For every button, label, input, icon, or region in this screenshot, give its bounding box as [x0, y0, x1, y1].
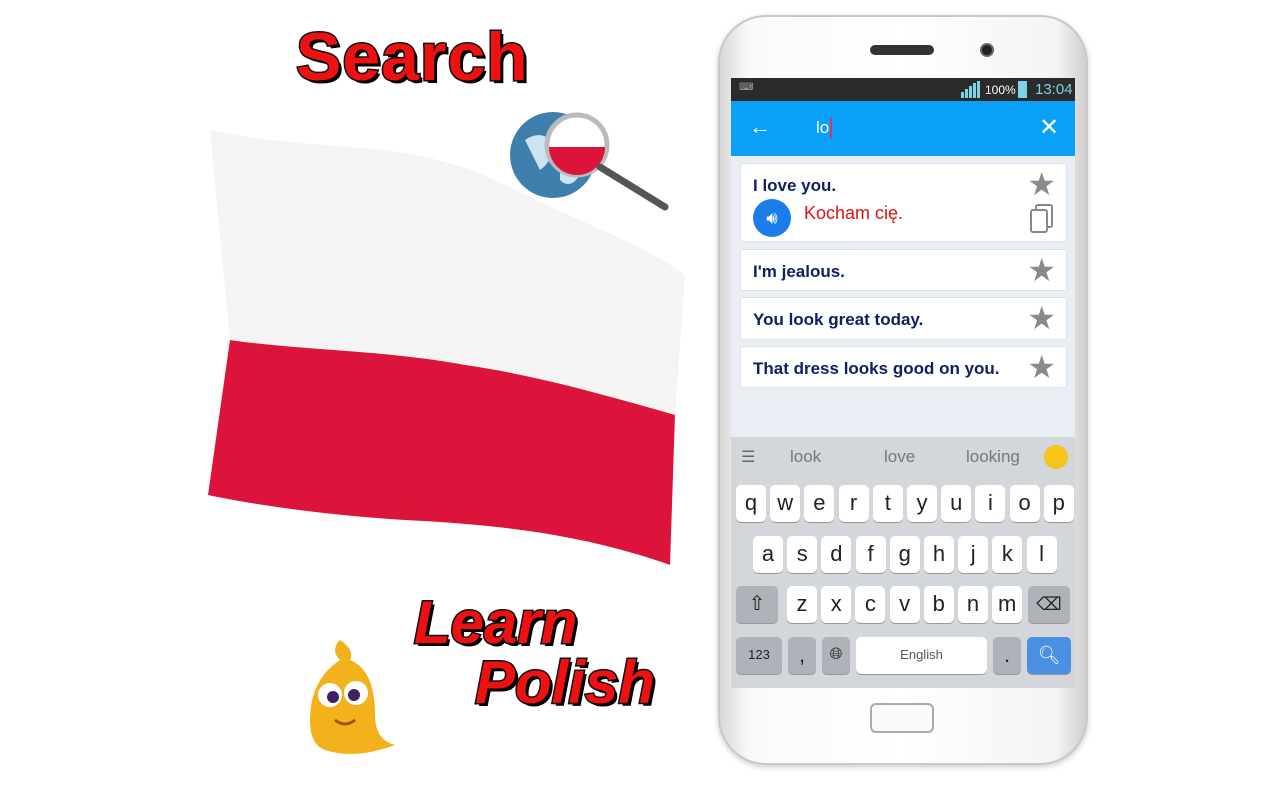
mascot-image	[310, 640, 395, 754]
english-phrase: I love you.	[753, 176, 837, 195]
key-a[interactable]: a	[753, 536, 783, 573]
phone-speaker	[870, 45, 934, 55]
polish-flag-image	[208, 130, 685, 565]
suggestion[interactable]: love	[884, 447, 915, 467]
comma-key[interactable]: ,	[788, 637, 816, 674]
arrow-left-icon[interactable]: ←	[749, 114, 771, 140]
space-key[interactable]: English	[856, 637, 987, 674]
key-u[interactable]: u	[941, 485, 972, 522]
key-b[interactable]: b	[923, 586, 954, 623]
key-y[interactable]: y	[907, 485, 937, 522]
promo-title-search: Search	[295, 18, 530, 97]
result-item[interactable]: I love you. 🔊︎ Kocham cię. ★	[740, 163, 1067, 242]
star-icon[interactable]: ★	[1027, 168, 1056, 200]
key-w[interactable]: w	[770, 485, 801, 522]
key-s[interactable]: s	[787, 536, 818, 573]
search-bar: ← lo ✕	[731, 101, 1075, 156]
key-p[interactable]: p	[1043, 485, 1074, 522]
status-bar: ⌨ 100% 13:04	[731, 78, 1075, 101]
key-d[interactable]: d	[821, 536, 852, 573]
search-key[interactable]: 🔍︎	[1027, 637, 1071, 674]
emoji-icon[interactable]	[1044, 445, 1068, 469]
battery-percent: 100%	[985, 83, 1016, 97]
key-j[interactable]: j	[958, 536, 989, 573]
result-item[interactable]: You look great today. ★	[740, 297, 1067, 340]
key-e[interactable]: e	[804, 485, 835, 522]
promo-learn: Learn	[412, 588, 578, 658]
key-i[interactable]: i	[975, 485, 1006, 522]
key-n[interactable]: n	[958, 586, 988, 623]
key-g[interactable]: g	[889, 536, 920, 573]
key-r[interactable]: r	[838, 485, 869, 522]
key-x[interactable]: x	[821, 586, 852, 623]
key-o[interactable]: o	[1009, 485, 1040, 522]
key-h[interactable]: h	[924, 536, 954, 573]
menu-icon[interactable]: ☰	[741, 447, 755, 467]
clock: 13:04	[1035, 81, 1073, 98]
battery-icon	[1018, 81, 1027, 98]
key-c[interactable]: c	[855, 586, 886, 623]
suggestion[interactable]: looking	[966, 447, 1020, 467]
star-icon[interactable]: ★	[1027, 254, 1056, 286]
home-button[interactable]	[870, 703, 934, 733]
key-k[interactable]: k	[992, 536, 1023, 573]
numbers-key[interactable]: 123	[736, 637, 782, 674]
promo-polish: Polish	[473, 648, 656, 718]
phone-camera	[980, 43, 994, 57]
phone-screen: ⌨ 100% 13:04 ← lo ✕ I love you. 🔊︎ Kocha…	[731, 78, 1075, 688]
key-f[interactable]: f	[855, 536, 886, 573]
speaker-icon[interactable]: 🔊︎	[753, 199, 791, 237]
english-phrase: That dress looks good on you.	[753, 359, 1000, 378]
copy-icon[interactable]	[1030, 204, 1054, 234]
result-item[interactable]: That dress looks good on you. ★	[740, 346, 1067, 388]
key-t[interactable]: t	[872, 485, 903, 522]
key-v[interactable]: v	[889, 586, 920, 623]
shift-key[interactable]: ⇧	[736, 586, 778, 623]
globe-icon[interactable]: 🌐︎	[822, 637, 850, 674]
english-phrase: You look great today.	[753, 310, 924, 329]
keyboard-icon: ⌨	[739, 82, 754, 93]
suggestion[interactable]: look	[790, 447, 821, 467]
key-q[interactable]: q	[736, 485, 766, 522]
english-phrase: I'm jealous.	[753, 262, 845, 281]
polish-translation: Kocham cię.	[804, 203, 904, 223]
keyboard: ☰ look love looking ⇧ ⌫ 123 , 🌐︎ English…	[731, 437, 1075, 688]
star-icon[interactable]: ★	[1027, 302, 1056, 334]
star-icon[interactable]: ★	[1027, 351, 1056, 383]
signal-icon	[961, 81, 980, 98]
close-icon[interactable]: ✕	[1039, 113, 1059, 142]
result-item[interactable]: I'm jealous. ★	[740, 249, 1067, 291]
period-key[interactable]: .	[993, 637, 1021, 674]
backspace-key[interactable]: ⌫	[1028, 586, 1070, 623]
search-input[interactable]: lo	[816, 118, 833, 138]
key-z[interactable]: z	[787, 586, 817, 623]
key-l[interactable]: l	[1026, 536, 1057, 573]
key-m[interactable]: m	[992, 586, 1023, 623]
